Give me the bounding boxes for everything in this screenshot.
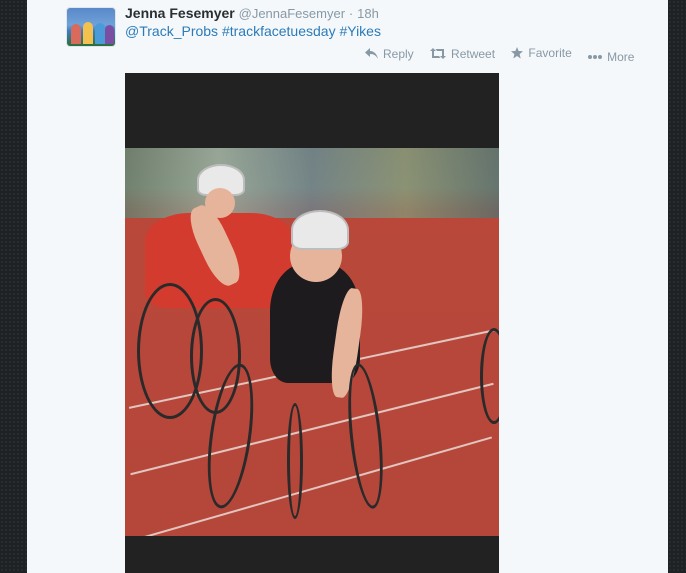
mention-link[interactable]: @Track_Probs [125,23,218,39]
reply-icon [365,48,378,59]
avatar-figure [95,23,105,44]
avatar-figure [105,25,114,44]
tweet-timestamp[interactable]: 18h [357,6,379,21]
retweet-button[interactable]: Retweet [430,47,495,61]
retweet-label: Retweet [451,46,496,61]
tweet-header: Jenna Fesemyer @JennaFesemyer · 18h [125,5,379,21]
favorite-label: Favorite [528,46,572,60]
photo-helmet [291,210,349,250]
more-button[interactable]: More [588,50,634,64]
photo-wheel [480,328,499,424]
photo-background-crowd [125,148,499,218]
avatar[interactable] [67,8,115,46]
star-icon [511,47,524,59]
avatar-figure [83,22,93,44]
retweet-icon [430,48,447,59]
tweet-actions: Reply Retweet Favorite More [365,46,634,64]
more-dots-icon [588,55,603,59]
hashtag-link[interactable]: #Yikes [339,23,381,39]
user-name[interactable]: Jenna Fesemyer [125,5,235,21]
more-label: More [607,50,635,64]
user-handle[interactable]: @JennaFesemyer [239,6,345,21]
reply-label: Reply [383,46,414,61]
tweet-card: Jenna Fesemyer @JennaFesemyer · 18h @Tra… [27,0,668,573]
track-lane-line [131,436,493,536]
photo-wheel [342,361,389,511]
hashtag-link[interactable]: #trackfacetuesday [222,23,336,39]
avatar-figure [71,24,81,44]
favorite-button[interactable]: Favorite [511,46,572,60]
tweet-photo[interactable] [125,148,499,536]
photo-wheel [287,403,303,519]
time-separator: · [348,6,354,21]
tweet-text: @Track_Probs #trackfacetuesday #Yikes [125,23,381,39]
media-container[interactable] [125,73,499,573]
reply-button[interactable]: Reply [365,47,414,61]
